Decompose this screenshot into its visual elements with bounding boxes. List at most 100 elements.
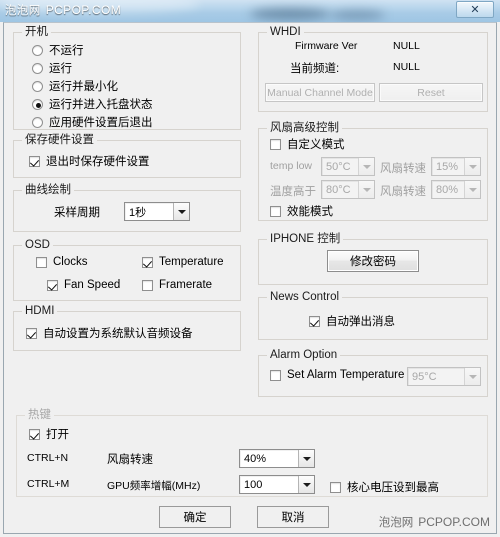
group-hdmi: HDMI 自动设置为系统默认音频设备 xyxy=(13,305,241,351)
reset-label: Reset xyxy=(417,86,445,99)
sampling-period-combo[interactable]: 1秒 xyxy=(124,202,190,221)
whdi-channel-label: 当前频道: xyxy=(290,63,340,75)
ok-button[interactable]: 确定 xyxy=(159,506,231,528)
checkbox-label: 自动设置为系统默认音频设备 xyxy=(43,328,193,340)
group-iphone-control: IPHONE 控制 修改密码 xyxy=(258,233,488,285)
fan-row1-speed-label-wrap: 风扇转速 xyxy=(380,160,426,176)
chevron-down-icon[interactable] xyxy=(173,203,189,220)
checkbox-label: Clocks xyxy=(53,256,88,268)
fan-row2-speed-value: 80% xyxy=(436,183,459,196)
group-news-control: News Control 自动弹出消息 xyxy=(258,291,488,340)
fan-row1-temp-value: 50°C xyxy=(326,160,351,173)
checkbox-label: 自动弹出消息 xyxy=(326,316,395,328)
hotkey-row-0-key-wrap: CTRL+N xyxy=(27,452,68,464)
fan-row1-temp-label-wrap: temp low xyxy=(270,160,312,172)
checkbox-icon xyxy=(26,327,37,339)
watermark-bottom-cn: 泡泡网 xyxy=(378,515,414,529)
fan-row1-speed-label: 风扇转速 xyxy=(380,163,426,175)
whdi-firmware-row: Firmware Ver xyxy=(295,40,357,52)
checkbox-label: Fan Speed xyxy=(64,279,121,291)
radio-icon xyxy=(32,98,43,110)
radio-label: 应用硬件设置后退出 xyxy=(49,117,153,129)
cancel-button[interactable]: 取消 xyxy=(257,506,329,528)
checkbox-label: Temperature xyxy=(159,256,224,268)
fan-row2-temp-label: 温度高于 xyxy=(270,186,316,198)
fan-row1-speed-combo[interactable]: 15% xyxy=(431,157,481,176)
checkbox-icon xyxy=(29,155,40,167)
chevron-down-icon[interactable] xyxy=(464,368,480,385)
checkbox-label: Framerate xyxy=(159,279,213,291)
checkbox-label: 核心电压设到最高 xyxy=(347,482,439,494)
radio-icon xyxy=(32,62,43,74)
chevron-down-icon[interactable] xyxy=(464,158,480,175)
reset-button[interactable]: Reset xyxy=(379,83,483,102)
group-alarm-option-legend: Alarm Option xyxy=(267,349,341,361)
radio-startup-2[interactable]: 运行并最小化 xyxy=(32,78,118,94)
group-iphone-control-legend: IPHONE 控制 xyxy=(267,233,344,245)
fan-row1-temp-combo[interactable]: 50°C xyxy=(321,157,375,176)
group-hdmi-legend: HDMI xyxy=(22,305,58,317)
checkbox-icon xyxy=(270,369,281,381)
chevron-down-icon[interactable] xyxy=(298,476,314,493)
hotkey-gpu-clock-combo[interactable]: 100 xyxy=(239,475,315,494)
chevron-down-icon[interactable] xyxy=(298,450,314,467)
close-button[interactable]: ✕ xyxy=(456,1,494,18)
radio-label: 运行并进入托盘状态 xyxy=(49,99,153,111)
group-hotkeys-legend: 热键 xyxy=(25,409,54,421)
checkbox-icon xyxy=(309,315,320,327)
sampling-period-label-wrap: 采样周期 xyxy=(54,204,100,220)
group-startup-legend: 开机 xyxy=(22,26,51,38)
hotkey-row-1-label-wrap: GPU频率增幅(MHz) xyxy=(107,478,200,493)
radio-startup-1[interactable]: 运行 xyxy=(32,60,72,76)
chevron-down-icon[interactable] xyxy=(464,181,480,198)
checkbox-max-core-voltage[interactable]: 核心电压设到最高 xyxy=(330,479,439,495)
checkbox-osd-framerate[interactable]: Framerate xyxy=(142,279,212,291)
group-curve-drawing: 曲线绘制 采样周期 1秒 xyxy=(13,184,241,232)
chevron-down-icon[interactable] xyxy=(358,158,374,175)
checkbox-icon xyxy=(270,205,281,217)
ok-button-label: 确定 xyxy=(183,512,207,524)
checkbox-osd-temperature[interactable]: Temperature xyxy=(142,256,224,268)
checkbox-label: 效能模式 xyxy=(287,206,333,218)
radio-startup-4[interactable]: 应用硬件设置后退出 xyxy=(32,114,153,130)
checkbox-performance-mode[interactable]: 效能模式 xyxy=(270,203,333,219)
checkbox-osd-fan-speed[interactable]: Fan Speed xyxy=(47,279,120,291)
checkbox-set-alarm-temperature[interactable]: Set Alarm Temperature xyxy=(270,369,404,381)
checkbox-hdmi-default-audio[interactable]: 自动设置为系统默认音频设备 xyxy=(26,325,193,341)
group-save-hardware: 保存硬件设置 退出时保存硬件设置 xyxy=(13,134,241,178)
hotkey-row-1-key-wrap: CTRL+M xyxy=(27,478,69,490)
hotkey-fan-speed-combo[interactable]: 40% xyxy=(239,449,315,468)
manual-channel-mode-button[interactable]: Manual Channel Mode xyxy=(265,83,375,102)
whdi-firmware-label: Firmware Ver xyxy=(295,40,358,52)
fan-row2-temp-value: 80°C xyxy=(326,183,351,196)
group-osd-legend: OSD xyxy=(22,239,53,251)
radio-label: 不运行 xyxy=(49,45,84,57)
checkbox-osd-clocks[interactable]: Clocks xyxy=(36,256,88,268)
hotkey-row-1-label: GPU频率增幅(MHz) xyxy=(107,480,201,492)
fan-row2-temp-combo[interactable]: 80°C xyxy=(321,180,375,199)
checkbox-auto-popup-news[interactable]: 自动弹出消息 xyxy=(309,313,395,329)
watermark-top-cn: 泡泡网 xyxy=(5,3,41,17)
radio-label: 运行并最小化 xyxy=(49,81,118,93)
group-hotkeys: 热键 打开 CTRL+N 风扇转速 40% CTRL+M GPU频率增幅(MHz xyxy=(16,409,488,497)
fan-row2-speed-combo[interactable]: 80% xyxy=(431,180,481,199)
checkbox-icon xyxy=(142,256,153,268)
radio-startup-0[interactable]: 不运行 xyxy=(32,42,84,58)
whdi-firmware-value-wrap: NULL xyxy=(393,40,420,52)
hotkey-row-0-label-wrap: 风扇转速 xyxy=(107,451,153,467)
change-password-label: 修改密码 xyxy=(350,256,396,268)
hotkey-row-0-key: CTRL+N xyxy=(27,452,69,464)
checkbox-custom-fan-mode[interactable]: 自定义模式 xyxy=(270,136,345,152)
watermark-top: 泡泡网 PCPOP.COM xyxy=(5,2,121,18)
cancel-button-label: 取消 xyxy=(281,512,305,524)
checkbox-hotkeys-enable[interactable]: 打开 xyxy=(29,426,69,442)
checkbox-icon xyxy=(36,256,47,268)
hotkey-fan-speed-value: 40% xyxy=(244,452,267,465)
checkbox-icon xyxy=(330,481,341,493)
radio-startup-3[interactable]: 运行并进入托盘状态 xyxy=(32,96,153,112)
checkbox-save-on-exit[interactable]: 退出时保存硬件设置 xyxy=(29,153,150,169)
change-password-button[interactable]: 修改密码 xyxy=(327,250,419,272)
alarm-temperature-combo[interactable]: 95°C xyxy=(407,367,481,386)
group-whdi-legend: WHDI xyxy=(267,26,304,38)
chevron-down-icon[interactable] xyxy=(358,181,374,198)
